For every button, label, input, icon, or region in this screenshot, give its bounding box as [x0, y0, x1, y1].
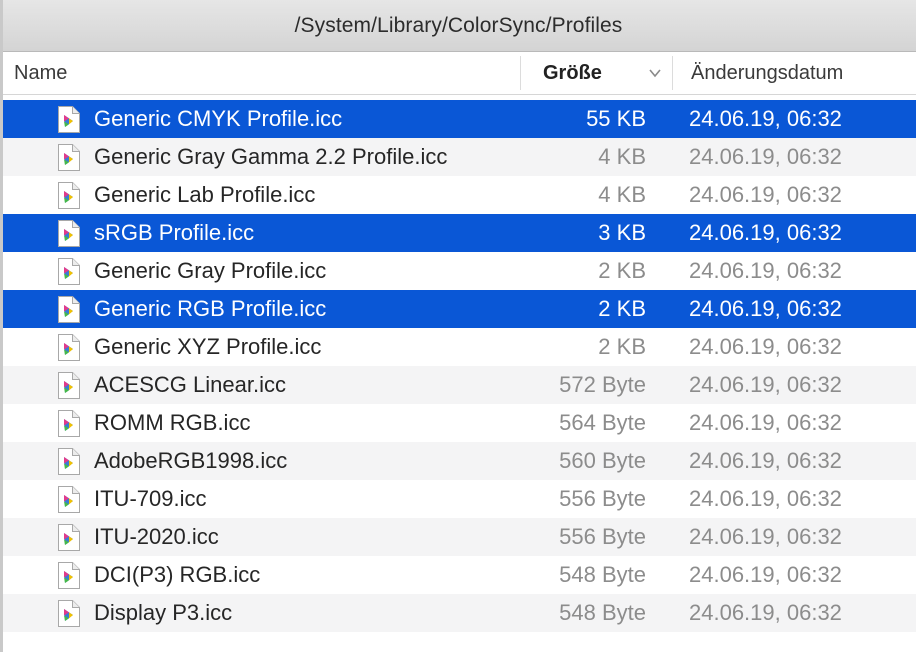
file-date-modified: 24.06.19, 06:32 [689, 562, 842, 587]
file-row[interactable]: Generic Gray Gamma 2.2 Profile.icc 4 KB … [3, 138, 916, 176]
file-date-modified: 24.06.19, 06:32 [689, 524, 842, 549]
file-size: 560 Byte [559, 448, 646, 473]
icc-profile-icon [58, 486, 80, 513]
icc-profile-icon [58, 562, 80, 589]
file-size: 2 KB [598, 334, 646, 359]
file-row[interactable]: Generic Lab Profile.icc 4 KB 24.06.19, 0… [3, 176, 916, 214]
column-header-name[interactable]: Name [3, 52, 520, 94]
file-date-modified: 24.06.19, 06:32 [689, 258, 842, 283]
file-date-modified: 24.06.19, 06:32 [689, 182, 842, 207]
file-name: Display P3.icc [94, 600, 233, 625]
file-row[interactable]: ACESCG Linear.icc 572 Byte 24.06.19, 06:… [3, 366, 916, 404]
file-name: ITU-709.icc [94, 486, 207, 511]
file-date-modified: 24.06.19, 06:32 [689, 296, 842, 321]
file-date-modified: 24.06.19, 06:32 [689, 372, 842, 397]
icc-profile-icon [58, 144, 80, 171]
file-name: Generic Lab Profile.icc [94, 182, 316, 207]
file-row[interactable]: ROMM RGB.icc 564 Byte 24.06.19, 06:32 [3, 404, 916, 442]
icc-profile-icon [58, 258, 80, 285]
icc-profile-icon [58, 448, 80, 475]
chevron-down-icon[interactable] [648, 67, 662, 79]
file-size: 556 Byte [559, 486, 646, 511]
column-header-size-label: Größe [543, 61, 602, 84]
file-name: Generic CMYK Profile.icc [94, 106, 343, 131]
column-header-date-label: Änderungsdatum [691, 61, 844, 84]
file-size: 548 Byte [559, 600, 646, 625]
icc-profile-icon [58, 220, 80, 247]
file-date-modified: 24.06.19, 06:32 [689, 486, 842, 511]
file-date-modified: 24.06.19, 06:32 [689, 448, 842, 473]
file-name: Generic XYZ Profile.icc [94, 334, 322, 359]
file-row[interactable]: Generic XYZ Profile.icc 2 KB 24.06.19, 0… [3, 328, 916, 366]
file-name: Generic Gray Profile.icc [94, 258, 327, 283]
file-date-modified: 24.06.19, 06:32 [689, 410, 842, 435]
file-name: ROMM RGB.icc [94, 410, 251, 435]
file-row[interactable]: AdobeRGB1998.icc 560 Byte 24.06.19, 06:3… [3, 442, 916, 480]
file-size: 2 KB [598, 296, 646, 321]
column-header-size[interactable]: Größe [520, 52, 672, 94]
icc-profile-icon [58, 600, 80, 627]
file-name: ITU-2020.icc [94, 524, 219, 549]
file-row[interactable]: Generic RGB Profile.icc 2 KB 24.06.19, 0… [3, 290, 916, 328]
file-name: DCI(P3) RGB.icc [94, 562, 261, 587]
file-size: 548 Byte [559, 562, 646, 587]
file-name: ACESCG Linear.icc [94, 372, 286, 397]
title-bar[interactable]: /System/Library/ColorSync/Profiles [3, 0, 916, 52]
window-path-title: /System/Library/ColorSync/Profiles [294, 13, 623, 37]
file-size: 4 KB [598, 182, 646, 207]
icc-profile-icon [58, 106, 80, 133]
file-row[interactable]: ITU-2020.icc 556 Byte 24.06.19, 06:32 [3, 518, 916, 556]
icc-profile-icon [58, 334, 80, 361]
icc-profile-icon [58, 182, 80, 209]
file-date-modified: 24.06.19, 06:32 [689, 600, 842, 625]
file-row[interactable]: ITU-709.icc 556 Byte 24.06.19, 06:32 [3, 480, 916, 518]
file-row[interactable]: Display P3.icc 548 Byte 24.06.19, 06:32 [3, 594, 916, 632]
file-name: AdobeRGB1998.icc [94, 448, 288, 473]
file-date-modified: 24.06.19, 06:32 [689, 334, 842, 359]
file-row[interactable]: Generic Gray Profile.icc 2 KB 24.06.19, … [3, 252, 916, 290]
file-size: 556 Byte [559, 524, 646, 549]
file-name: Generic Gray Gamma 2.2 Profile.icc [94, 144, 448, 169]
icc-profile-icon [58, 524, 80, 551]
icc-profile-icon [58, 372, 80, 399]
file-list: Generic CMYK Profile.icc 55 KB 24.06.19,… [3, 100, 916, 632]
file-name: Generic RGB Profile.icc [94, 296, 327, 321]
file-size: 572 Byte [559, 372, 646, 397]
file-date-modified: 24.06.19, 06:32 [689, 220, 842, 245]
column-header: Name Größe Änderungsdatum [3, 52, 916, 95]
file-size: 4 KB [598, 144, 646, 169]
file-date-modified: 24.06.19, 06:32 [689, 144, 842, 169]
file-name: sRGB Profile.icc [94, 220, 255, 245]
file-row[interactable]: sRGB Profile.icc 3 KB 24.06.19, 06:32 [3, 214, 916, 252]
file-size: 55 KB [586, 106, 646, 131]
finder-window: /System/Library/ColorSync/Profiles Name … [0, 0, 916, 652]
icc-profile-icon [58, 410, 80, 437]
file-size: 564 Byte [559, 410, 646, 435]
file-size: 3 KB [598, 220, 646, 245]
file-size: 2 KB [598, 258, 646, 283]
file-row[interactable]: Generic CMYK Profile.icc 55 KB 24.06.19,… [3, 100, 916, 138]
icc-profile-icon [58, 296, 80, 323]
column-header-date[interactable]: Änderungsdatum [672, 52, 916, 94]
file-row[interactable]: DCI(P3) RGB.icc 548 Byte 24.06.19, 06:32 [3, 556, 916, 594]
file-date-modified: 24.06.19, 06:32 [689, 106, 842, 131]
column-header-name-label: Name [14, 61, 68, 84]
